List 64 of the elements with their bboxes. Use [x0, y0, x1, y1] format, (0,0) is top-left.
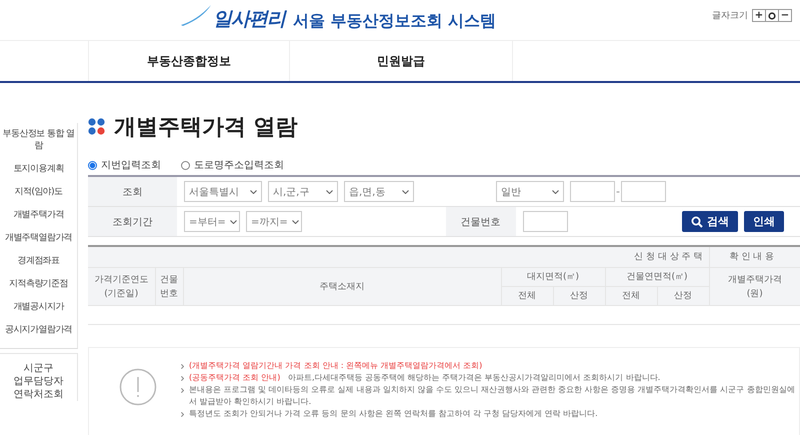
system-name: 서울 부동산정보조회 시스템 [292, 11, 496, 32]
sidebar-item[interactable]: 개별주택열람가격 [0, 227, 77, 250]
font-size-button[interactable]: − [778, 9, 792, 22]
sidebar-item[interactable]: 지적(임야)도 [0, 181, 77, 204]
from-select[interactable]: =부터= [184, 211, 240, 232]
notice-text: (개별주택가격 열람기간내 가격 조회 안내 : 왼쪽메뉴 개별주택열람가격에서 조회) [189, 360, 482, 372]
sidebar-item[interactable]: 부동산정보 통합 열람 [0, 123, 77, 158]
page-title: 개별주택가격 열람 [114, 114, 298, 142]
radio-button[interactable] [88, 160, 97, 170]
dots-icon [88, 118, 106, 136]
sidebar-item[interactable]: 공시지가열람가격 [0, 319, 77, 342]
column-header: 산정 [553, 286, 605, 306]
sidebar-item[interactable]: 토지이용계획 [0, 158, 77, 181]
sub-number-field[interactable] [620, 181, 666, 202]
contact-link[interactable]: 시군구 업무담당자 연락처조회 [0, 353, 78, 401]
sidebar-item[interactable]: 개별주택가격 [0, 204, 77, 227]
column-header: 가격기준연도 (기준일) [88, 268, 155, 306]
search-icon [691, 216, 703, 228]
nav-item[interactable]: 부동산종합정보 [88, 41, 289, 81]
form-label: 건물번호 [446, 207, 516, 236]
column-header: 개별주택가격 (원) [709, 268, 800, 306]
building-number-field[interactable] [522, 211, 568, 232]
sidebar-item[interactable]: 경계점좌표 [0, 250, 77, 273]
chevron-icon [292, 220, 299, 224]
column-header: 산정 [657, 286, 709, 306]
swoosh-icon [178, 4, 213, 26]
type-select[interactable]: 일반 [496, 181, 564, 202]
separator: - [616, 185, 620, 198]
nav-item[interactable]: 민원발급 [289, 41, 513, 81]
notice-text: 특정년도 조회가 안되거나 가격 오류 등의 문의 사항은 왼쪽 연락처를 참고하여 각 구청 담당자에게 연락 바랍니다. [189, 408, 598, 420]
column-header: 주택소재지 [183, 268, 501, 306]
reset-button[interactable] [765, 9, 779, 22]
chevron-icon [552, 190, 559, 194]
search-button[interactable]: 검색 [682, 211, 738, 232]
form-label: 조회기간 [88, 207, 177, 236]
exclamation-icon [119, 368, 157, 406]
chevron-icon [230, 220, 237, 224]
column-header: 대지면적(㎡) [501, 268, 605, 286]
notice-text: 본내용은 프로그램 및 데이타등의 오류로 실제 내용과 일치하지 않을 수도 있으니 재산권행사와 관련한 중요한 사항은 증명용 개별주택가격확인서를 시군구 종합민원실에서 발급받아 확인하시기 바랍니다. [189, 384, 796, 408]
chevron-icon [326, 190, 333, 194]
dong-select[interactable]: 읍,면,동 [344, 181, 414, 202]
column-group-header: 신 청 대 상 주 택 [88, 246, 709, 268]
print-button[interactable]: 인쇄 [744, 211, 784, 232]
logo-text: 일사편리 [212, 7, 285, 32]
district-select[interactable]: 시,군,구 [268, 181, 338, 202]
column-group-header: 확 인 내 용 [709, 246, 800, 268]
column-header: 건물 번호 [155, 268, 183, 306]
sidebar-item[interactable]: 개별공시지가 [0, 296, 77, 319]
sidebar-item[interactable]: 지적측량기준점 [0, 273, 77, 296]
main-number-field[interactable] [570, 181, 615, 202]
notice-text: (공동주택가격 조회 안내) 아파트,다세대주택등 공동주택에 해당하는 주택가격은 부동산공시가격알리미에서 조회하시기 바랍니다. [189, 372, 660, 384]
radio-button[interactable] [181, 160, 190, 170]
radio-label: 지번입력조회 [101, 159, 161, 172]
font-size-button[interactable]: + [752, 9, 766, 22]
to-select[interactable]: =까지= [246, 211, 302, 232]
radio-label: 도로명주소입력조회 [194, 159, 284, 172]
city-select[interactable]: 서울특별시 [184, 181, 262, 202]
chevron-icon [250, 190, 257, 194]
column-header: 전체 [501, 286, 553, 306]
font-size-label: 글자크기 [712, 10, 748, 22]
chevron-icon [402, 190, 409, 194]
column-header: 전체 [605, 286, 657, 306]
form-label: 조회 [88, 177, 177, 206]
column-header: 건물연면적(㎡) [605, 268, 709, 286]
